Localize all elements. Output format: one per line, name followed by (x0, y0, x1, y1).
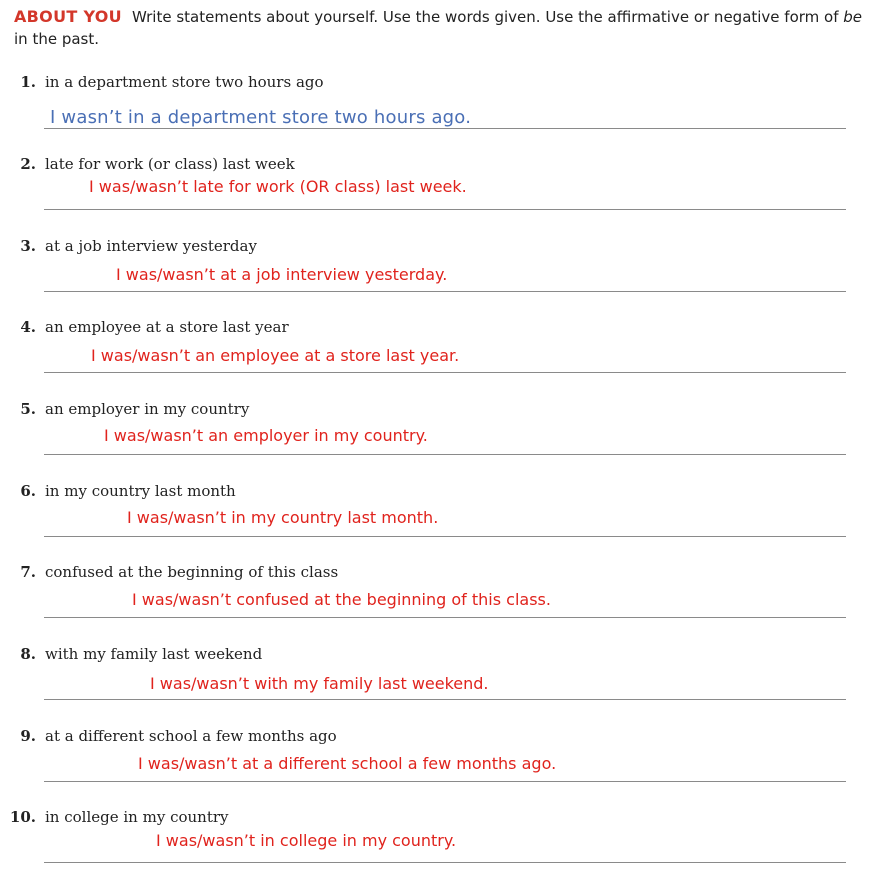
item-answer[interactable]: I was/wasn’t late for work (OR class) la… (89, 177, 467, 197)
exercise-item-8: 8. with my family last weekend I was/was… (0, 644, 891, 726)
item-number: 1. (20, 73, 36, 91)
exercise-item-3: 3. at a job interview yesterday I was/wa… (0, 236, 891, 318)
item-number: 9. (20, 727, 36, 745)
item-prompt: late for work (or class) last week (45, 155, 295, 173)
instructions-text-1: Write statements about yourself. Use the… (131, 8, 844, 26)
item-prompt: at a job interview yesterday (45, 237, 257, 255)
item-number: 6. (20, 482, 36, 500)
item-prompt: in a department store two hours ago (45, 73, 324, 91)
exercise-item-9: 9. at a different school a few months ag… (0, 726, 891, 808)
item-number: 3. (20, 237, 36, 255)
item-answer[interactable]: I was/wasn’t an employee at a store last… (91, 346, 459, 366)
item-number: 10. (9, 808, 36, 826)
example-answer: I wasn’t in a department store two hours… (50, 107, 472, 128)
exercise-item-4: 4. an employee at a store last year I wa… (0, 317, 891, 399)
item-prompt: confused at the beginning of this class (45, 563, 339, 581)
answer-line (44, 862, 846, 863)
answer-line (44, 372, 846, 373)
answer-line (44, 209, 846, 210)
answer-line (44, 291, 846, 292)
section-label: ABOUT YOU (14, 7, 122, 26)
exercise-item-5: 5. an employer in my country I was/wasn’… (0, 399, 891, 481)
exercise-item-6: 6. in my country last month I was/wasn’t… (0, 481, 891, 563)
exercise-item-1: 1. in a department store two hours ago I… (0, 72, 891, 154)
answer-line (44, 617, 846, 618)
answer-line (44, 699, 846, 700)
answer-line (44, 454, 846, 455)
item-number: 2. (20, 155, 36, 173)
item-prompt: in college in my country (45, 808, 229, 826)
answer-line (44, 128, 846, 129)
item-prompt: an employee at a store last year (45, 318, 289, 336)
instructions-text-2: in the past. (14, 30, 100, 48)
answer-line (44, 536, 846, 537)
item-prompt: at a different school a few months ago (45, 727, 337, 745)
item-answer[interactable]: I was/wasn’t confused at the beginning o… (132, 590, 551, 610)
exercise-item-2: 2. late for work (or class) last week I … (0, 154, 891, 236)
item-answer[interactable]: I was/wasn’t in college in my country. (156, 831, 456, 851)
item-prompt: with my family last weekend (45, 645, 263, 663)
exercise-item-7: 7. confused at the beginning of this cla… (0, 562, 891, 644)
item-number: 8. (20, 645, 36, 663)
item-answer[interactable]: I was/wasn’t in my country last month. (127, 508, 438, 528)
item-answer[interactable]: I was/wasn’t at a job interview yesterda… (116, 265, 447, 285)
answer-line (44, 781, 846, 782)
item-number: 7. (20, 563, 36, 581)
item-number: 5. (20, 400, 36, 418)
item-answer[interactable]: I was/wasn’t at a different school a few… (138, 754, 556, 774)
instructions-be-word: be (843, 8, 863, 26)
item-answer[interactable]: I was/wasn’t with my family last weekend… (150, 674, 489, 694)
exercise-instructions: ABOUT YOU Write statements about yourself… (14, 6, 874, 50)
exercise-item-10: 10. in college in my country I was/wasn’… (0, 807, 891, 889)
item-number: 4. (20, 318, 36, 336)
item-answer[interactable]: I was/wasn’t an employer in my country. (104, 426, 428, 446)
item-prompt: an employer in my country (45, 400, 250, 418)
item-prompt: in my country last month (45, 482, 236, 500)
